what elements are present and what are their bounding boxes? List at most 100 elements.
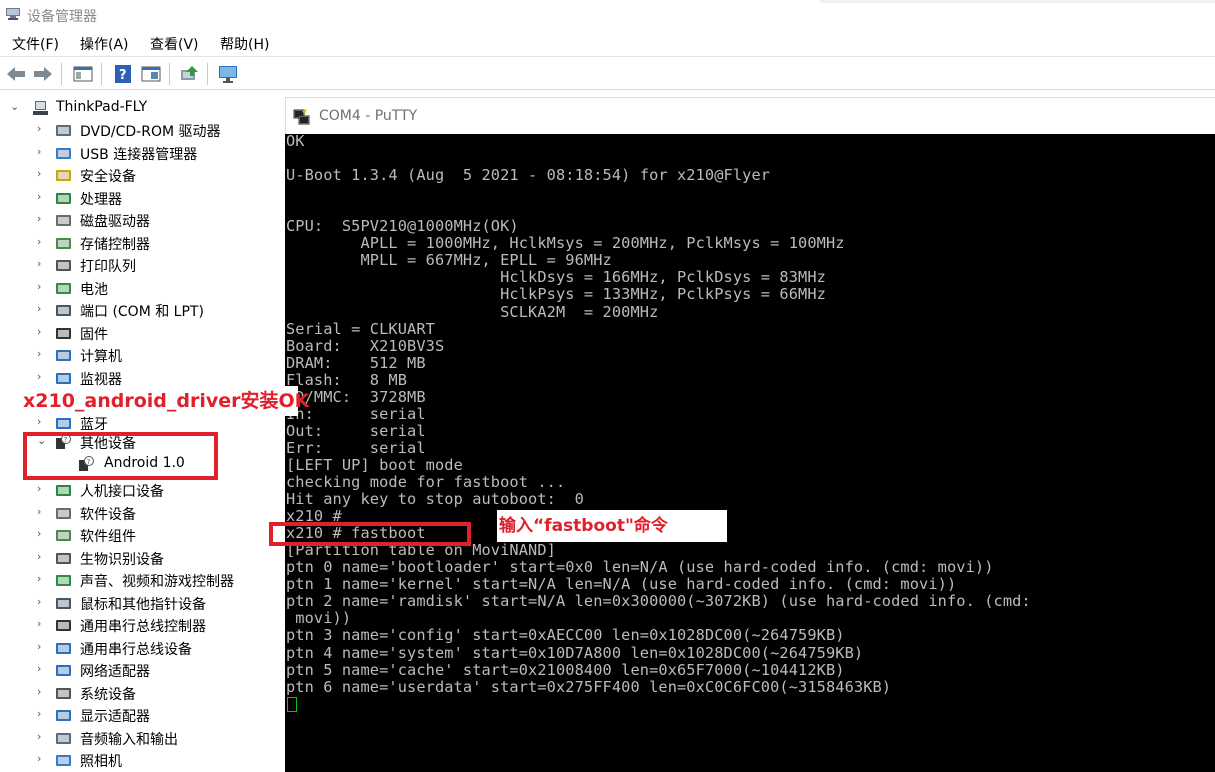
terminal-line: x210 # fastboot (286, 524, 426, 543)
tree-item-security-device[interactable]: › 安全设备 (0, 164, 285, 186)
tree-item-software-component[interactable]: › 软件组件 (0, 524, 285, 546)
chevron-right-icon[interactable]: › (37, 347, 47, 361)
tree-item-system-device[interactable]: › 系统设备 (0, 682, 285, 704)
tree-item-other-devices[interactable]: ⌄? 其他设备 (0, 431, 285, 453)
chevron-right-icon[interactable]: › (37, 190, 47, 204)
tree-item-computer[interactable]: › 计算机 (0, 344, 285, 366)
forward-arrow-icon (34, 67, 52, 81)
chevron-right-icon[interactable]: › (37, 572, 47, 586)
chevron-right-icon[interactable]: › (37, 550, 47, 564)
tree-item-label: 存储控制器 (80, 236, 150, 253)
tree-item-label: 照相机 (80, 754, 122, 770)
tree-item-label: 生物识别设备 (80, 551, 164, 568)
chevron-right-icon[interactable]: › (37, 325, 47, 339)
usb-connector-icon (56, 147, 71, 159)
chevron-right-icon[interactable]: › (37, 595, 47, 609)
window-title: 设备管理器 (27, 9, 97, 25)
tree-item-hid[interactable]: › 人机接口设备 (0, 479, 285, 501)
tree-item-sound[interactable]: › 声音、视频和游戏控制器 (0, 569, 285, 591)
tree-item-usb-connector[interactable]: › USB 连接器管理器 (0, 142, 285, 164)
terminal-line: OK (286, 134, 305, 150)
chevron-right-icon[interactable]: › (37, 280, 47, 294)
chevron-right-icon[interactable]: › (37, 122, 47, 136)
menu-action[interactable]: 操作(A) (80, 34, 129, 54)
terminal-line: ptn 5 name='cache' start=0x21008400 len=… (286, 660, 845, 679)
properties-button[interactable] (140, 63, 162, 85)
chevron-right-icon[interactable]: › (37, 685, 47, 699)
chevron-right-icon[interactable]: › (37, 527, 47, 541)
chevron-right-icon[interactable]: › (37, 302, 47, 316)
tree-item-label: 网络适配器 (80, 664, 150, 680)
tree-item-camera[interactable]: › 照相机 (0, 749, 285, 771)
bluetooth-icon (56, 417, 71, 429)
putty-window: COM4 - PuTTY OK U-Boot 1.3.4 (Aug 5 2021 … (285, 97, 1215, 772)
tree-item-label: Android 1.0 (104, 454, 185, 471)
chevron-right-icon[interactable]: › (37, 370, 47, 384)
chevron-right-icon[interactable]: › (37, 257, 47, 271)
chevron-right-icon[interactable]: › (37, 167, 47, 181)
tree-item-android-device[interactable]: ? Android 1.0 (0, 453, 285, 475)
chevron-right-icon[interactable]: › (37, 730, 47, 744)
storage-controller-icon (56, 237, 71, 249)
toolbar: ? (0, 56, 1215, 90)
update-driver-button[interactable] (178, 63, 200, 85)
chevron-down-icon[interactable]: ⌄ (37, 434, 47, 448)
chevron-right-icon[interactable]: › (37, 235, 47, 249)
tree-item-dvd-drive[interactable]: › DVD/CD-ROM 驱动器 (0, 119, 285, 141)
tree-item-display-adapter[interactable]: › 显示适配器 (0, 704, 285, 726)
terminal-line: U-Boot 1.3.4 (Aug 5 2021 - 08:18:54) for… (286, 166, 771, 185)
menu-view[interactable]: 查看(V) (150, 34, 199, 54)
tree-item-label: 固件 (80, 326, 108, 343)
toolbar-separator (169, 63, 170, 85)
tree-item-label: 声音、视频和游戏控制器 (80, 574, 234, 590)
chevron-right-icon[interactable]: › (37, 212, 47, 226)
chevron-right-icon[interactable]: › (37, 145, 47, 159)
properties-icon (141, 66, 161, 82)
tree-item-mouse[interactable]: › 鼠标和其他指针设备 (0, 592, 285, 614)
window-edge (820, 0, 1215, 3)
terminal-cursor (287, 697, 297, 712)
tree-item-disk-drive[interactable]: › 磁盘驱动器 (0, 209, 285, 231)
chevron-right-icon[interactable]: › (37, 415, 47, 429)
tree-item-port[interactable]: › 端口 (COM 和 LPT) (0, 299, 285, 321)
firmware-icon (56, 327, 71, 339)
show-hide-tree-button[interactable] (72, 63, 94, 85)
chevron-right-icon[interactable]: › (37, 662, 47, 676)
camera-icon (56, 755, 71, 766)
back-button[interactable] (5, 63, 27, 85)
chevron-down-icon[interactable]: ⌄ (10, 100, 20, 114)
help-button[interactable]: ? (112, 63, 134, 85)
chevron-right-icon[interactable]: › (37, 707, 47, 721)
tree-item-usb-device[interactable]: › 通用串行总线设备 (0, 637, 285, 659)
terminal[interactable]: OK U-Boot 1.3.4 (Aug 5 2021 - 08:18:54) f… (285, 134, 1215, 772)
tree-root[interactable]: ⌄ ThinkPad-FLY (0, 97, 285, 119)
menu-help[interactable]: 帮助(H) (220, 34, 269, 54)
tree-item-biometric[interactable]: › 生物识别设备 (0, 547, 285, 569)
menu-file[interactable]: 文件(F) (12, 34, 59, 54)
terminal-line: ptn 6 name='userdata' start=0x275FF400 l… (286, 677, 892, 696)
tree-item-battery[interactable]: › 电池 (0, 277, 285, 299)
tree-item-audio-io[interactable]: › 音频输入和输出 (0, 727, 285, 749)
tree-item-processor[interactable]: › 处理器 (0, 187, 285, 209)
scan-hardware-button[interactable] (217, 63, 239, 85)
software-component-icon (56, 530, 71, 541)
terminal-line: ptn 1 name='kernel' start=N/A len=N/A (u… (286, 575, 957, 594)
tree-item-network-adapter[interactable]: › 网络适配器 (0, 659, 285, 681)
tree-item-usb-controller[interactable]: › 通用串行总线控制器 (0, 614, 285, 636)
chevron-right-icon[interactable]: › (37, 640, 47, 654)
biometric-icon (56, 552, 71, 564)
terminal-line: ptn 3 name='config' start=0xAECC00 len=0… (286, 626, 845, 645)
tree-item-firmware[interactable]: › 固件 (0, 322, 285, 344)
toolbar-separator (207, 63, 208, 85)
tree-item-label: 通用串行总线控制器 (80, 619, 206, 635)
chevron-right-icon[interactable]: › (37, 482, 47, 496)
forward-button[interactable] (32, 63, 54, 85)
tree-item-label: 安全设备 (80, 169, 136, 185)
putty-title: COM4 - PuTTY (319, 108, 418, 124)
chevron-right-icon[interactable]: › (37, 752, 47, 766)
chevron-right-icon[interactable]: › (37, 505, 47, 519)
tree-item-storage-controller[interactable]: › 存储控制器 (0, 232, 285, 254)
tree-item-software-device[interactable]: › 软件设备 (0, 502, 285, 524)
tree-item-printer[interactable]: › 打印队列 (0, 254, 285, 276)
chevron-right-icon[interactable]: › (37, 617, 47, 631)
